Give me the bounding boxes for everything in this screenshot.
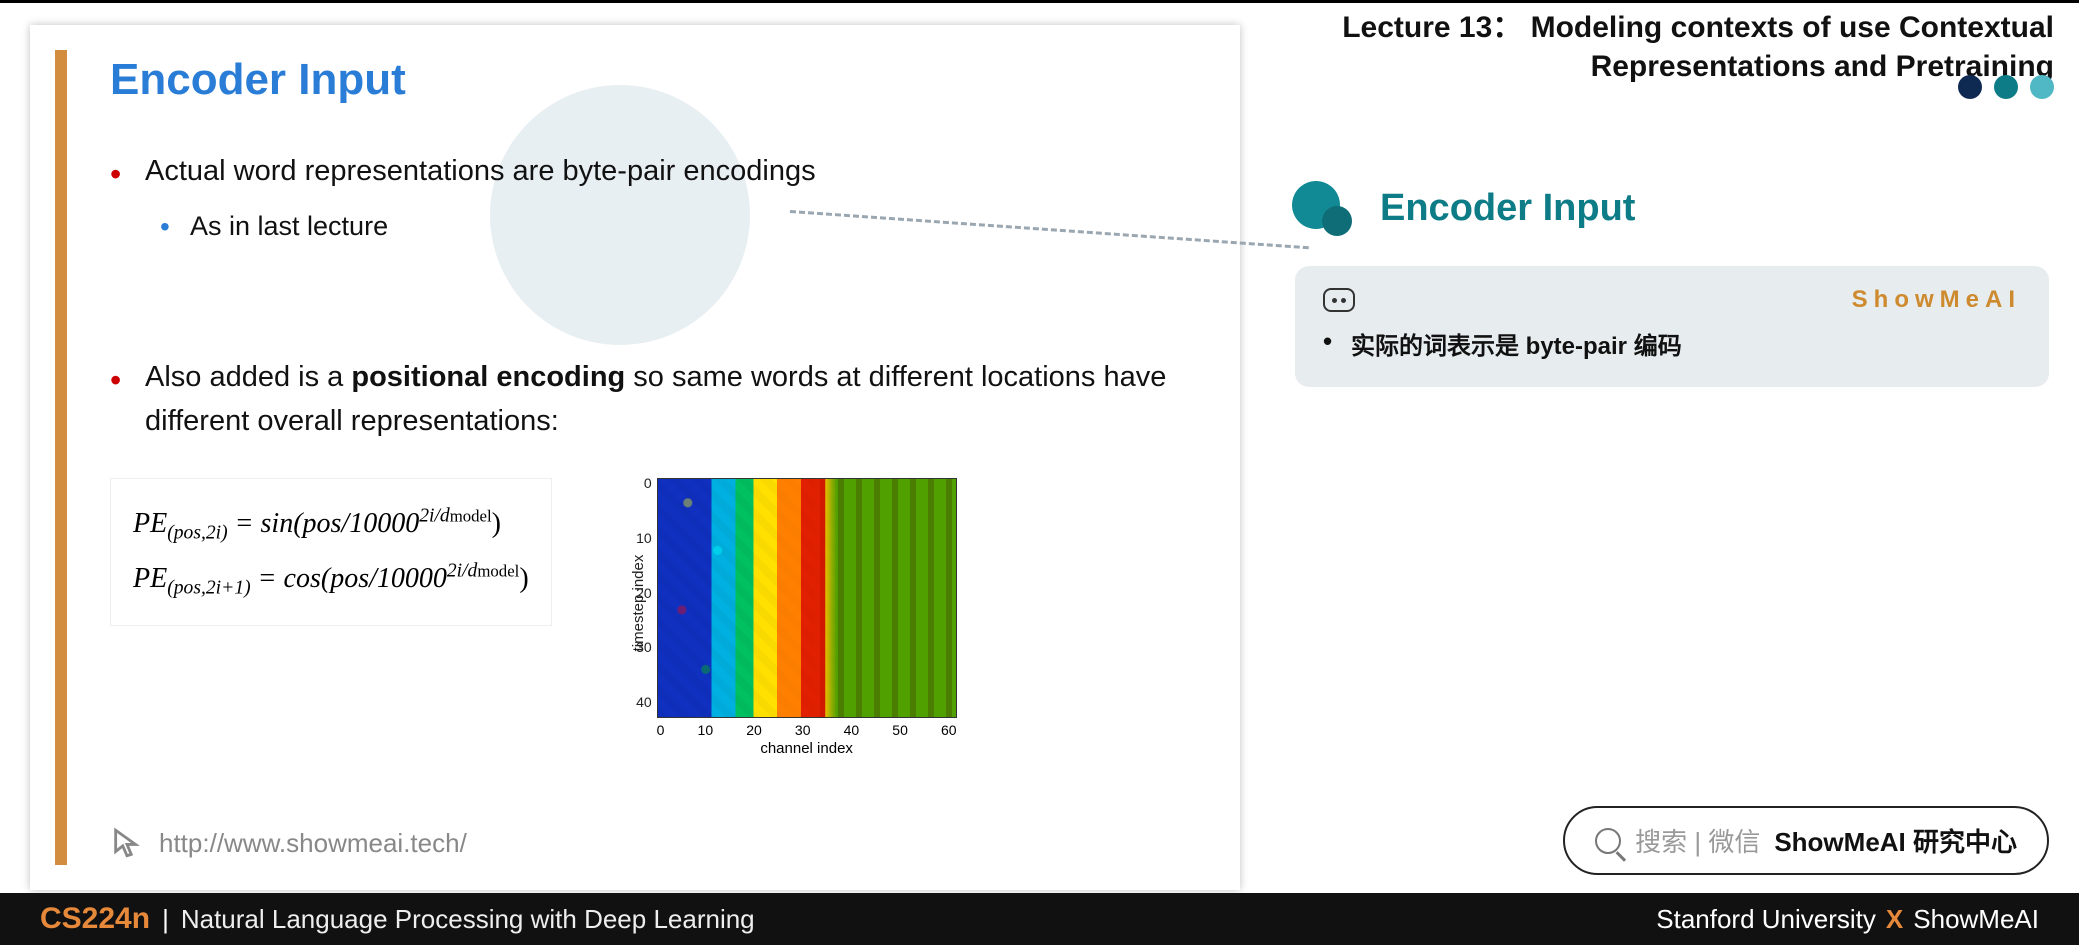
heatmap-xlabel: channel index bbox=[657, 738, 957, 757]
slide-title: Encoder Input bbox=[110, 55, 1200, 105]
dot-navy-icon bbox=[1958, 75, 1982, 99]
f2-eq: = cos(pos/10000 bbox=[251, 563, 447, 594]
search-label: 搜索 | 微信 bbox=[1635, 822, 1760, 859]
xtick-40: 40 bbox=[844, 722, 860, 738]
bottom-left: CS224n | Natural Language Processing wit… bbox=[40, 902, 755, 936]
slide-footer: http://www.showmeai.tech/ bbox=[110, 826, 467, 860]
cursor-icon bbox=[110, 826, 144, 860]
formula-sin: PE(pos,2i) = sin(pos/100002i/dmodel) bbox=[133, 497, 529, 552]
f2-lhs: PE bbox=[133, 563, 167, 594]
xtick-50: 50 bbox=[892, 722, 908, 738]
ytick-40: 40 bbox=[636, 694, 652, 710]
university: Stanford University bbox=[1656, 904, 1876, 935]
translation-card: ShowMeAI 实际的词表示是 byte-pair 编码 bbox=[1295, 266, 2049, 387]
footer-url[interactable]: http://www.showmeai.tech/ bbox=[159, 828, 467, 859]
x-separator: X bbox=[1886, 904, 1903, 935]
f1-sup: 2i/d bbox=[419, 506, 449, 527]
xtick-30: 30 bbox=[795, 722, 811, 738]
bullet-2-pre: Also added is a bbox=[145, 361, 351, 393]
org-name: ShowMeAI bbox=[1913, 904, 2039, 935]
pe-heatmap bbox=[657, 478, 957, 718]
bullet-1: Actual word representations are byte-pai… bbox=[110, 150, 1200, 246]
robot-icon bbox=[1323, 288, 1355, 312]
xtick-0: 0 bbox=[657, 722, 665, 738]
course-code: CS224n bbox=[40, 902, 150, 936]
formula-block: PE(pos,2i) = sin(pos/100002i/dmodel) PE(… bbox=[110, 478, 1200, 757]
dot-light-icon bbox=[2030, 75, 2054, 99]
card-header: ShowMeAI bbox=[1323, 286, 2021, 314]
bottom-bar: CS224n | Natural Language Processing wit… bbox=[0, 893, 2079, 945]
f1-close: ) bbox=[492, 508, 501, 539]
pe-formulas: PE(pos,2i) = sin(pos/100002i/dmodel) PE(… bbox=[110, 478, 552, 626]
heatmap-xaxis: 0 10 20 30 40 50 60 bbox=[657, 718, 957, 738]
f2-sub: (pos,2i+1) bbox=[167, 577, 250, 598]
lecture-title: Lecture 13： Modeling contexts of use Con… bbox=[1280, 0, 2069, 86]
search-icon bbox=[1595, 828, 1621, 854]
f2-close: ) bbox=[519, 563, 528, 594]
f2-sup: 2i/d bbox=[447, 560, 477, 581]
heatmap-container: 0 10 20 30 40 timestep index 0 10 20 30 … bbox=[602, 478, 972, 757]
decor-dots bbox=[1958, 75, 2054, 99]
slide-bullets: Actual word representations are byte-pai… bbox=[110, 150, 1200, 246]
brand-label: ShowMeAI bbox=[1852, 286, 2021, 314]
f1-eq: = sin(pos/10000 bbox=[228, 508, 420, 539]
slide-panel: Encoder Input Actual word representation… bbox=[30, 25, 1240, 890]
f2-supmodel: model bbox=[477, 561, 519, 580]
xtick-10: 10 bbox=[698, 722, 714, 738]
ytick-0: 0 bbox=[644, 475, 652, 491]
pipe: | bbox=[162, 904, 169, 935]
bottom-right: Stanford University X ShowMeAI bbox=[1656, 904, 2039, 935]
slide-bullets-2: Also added is a positional encoding so s… bbox=[110, 356, 1200, 443]
f1-supmodel: model bbox=[450, 507, 492, 526]
card-bullet: 实际的词表示是 byte-pair 编码 bbox=[1323, 326, 2021, 361]
dot-teal-icon bbox=[1994, 75, 2018, 99]
formula-cos: PE(pos,2i+1) = cos(pos/100002i/dmodel) bbox=[133, 552, 529, 607]
section-title: Encoder Input bbox=[1380, 187, 1635, 230]
course-name: Natural Language Processing with Deep Le… bbox=[181, 904, 755, 935]
blob-icon bbox=[1292, 181, 1362, 236]
bullet-1-sub: As in last lecture bbox=[145, 206, 1200, 247]
heatmap-ylabel: timestep index bbox=[630, 554, 647, 651]
bullet-2-bold: positional encoding bbox=[351, 361, 625, 393]
search-strong: ShowMeAI 研究中心 bbox=[1774, 822, 2017, 859]
heatmap-yaxis: 0 10 20 30 40 timestep index bbox=[602, 478, 657, 727]
f1-sub: (pos,2i) bbox=[167, 523, 227, 544]
f1-lhs: PE bbox=[133, 508, 167, 539]
section-header: Encoder Input bbox=[1280, 181, 2069, 236]
right-column: Lecture 13： Modeling contexts of use Con… bbox=[1280, 0, 2069, 387]
xtick-20: 20 bbox=[746, 722, 762, 738]
xtick-60: 60 bbox=[941, 722, 957, 738]
ytick-10: 10 bbox=[636, 530, 652, 546]
bullet-2: Also added is a positional encoding so s… bbox=[110, 356, 1200, 443]
search-pill[interactable]: 搜索 | 微信 ShowMeAI 研究中心 bbox=[1563, 806, 2049, 875]
bullet-1-text: Actual word representations are byte-pai… bbox=[145, 155, 816, 187]
